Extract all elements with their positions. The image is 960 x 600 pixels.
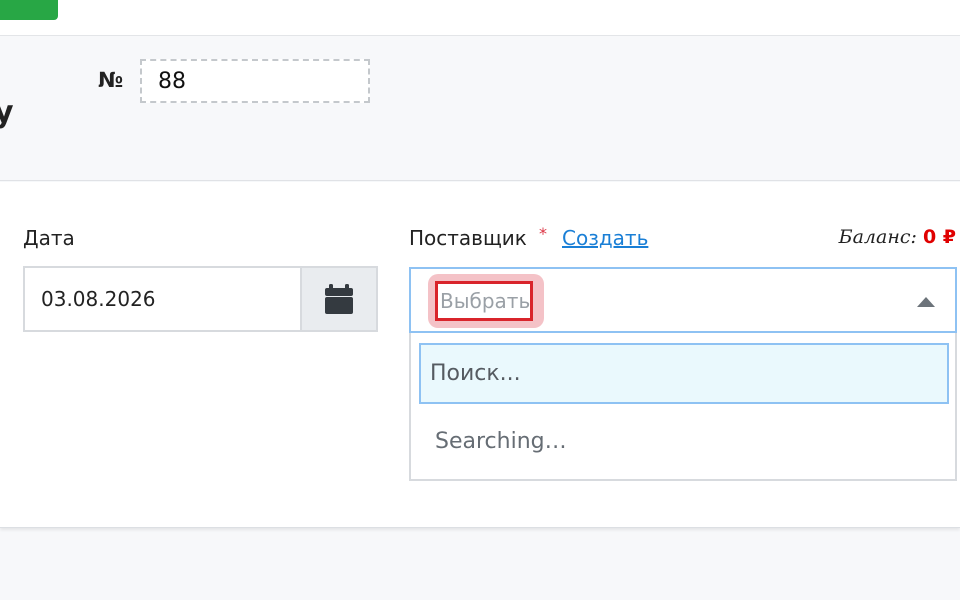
balance-display: Баланс: 0 ₽ [839, 226, 956, 248]
supplier-dropdown: Searching… [409, 333, 957, 481]
create-supplier-link[interactable]: Создать [562, 226, 648, 250]
primary-action-button[interactable] [0, 0, 58, 20]
document-number-input[interactable] [140, 59, 370, 103]
document-number-label: № [98, 68, 124, 92]
required-marker: * [539, 224, 547, 243]
document-header: у № [0, 37, 960, 181]
caret-up-icon[interactable] [917, 297, 935, 307]
form-card: Дата Поставщик * Создать Баланс: 0 ₽ Выб… [0, 182, 960, 528]
supplier-select[interactable]: Выбрать [409, 267, 957, 333]
calendar-icon [325, 284, 353, 314]
supplier-label: Поставщик [409, 226, 527, 250]
top-toolbar [0, 0, 960, 36]
date-input[interactable] [23, 266, 301, 332]
supplier-search-input[interactable] [419, 343, 949, 404]
page-title: у [0, 95, 14, 130]
balance-value: 0 ₽ [922, 226, 956, 248]
searching-status: Searching… [435, 429, 567, 454]
date-label: Дата [23, 226, 75, 250]
balance-label: Баланс: [838, 226, 917, 248]
calendar-button[interactable] [300, 266, 378, 332]
supplier-select-placeholder[interactable]: Выбрать [435, 281, 533, 321]
